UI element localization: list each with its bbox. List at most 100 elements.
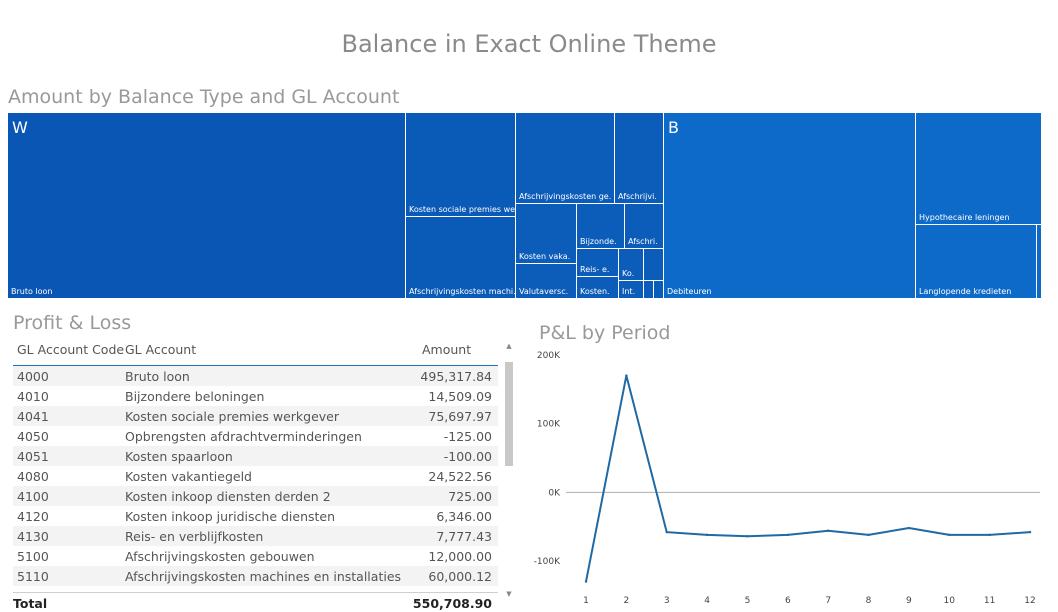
treemap-group-w: W [12,118,28,137]
treemap-tile[interactable]: Afschrijvi. [615,113,664,204]
treemap-tile-label: Kosten. [580,287,610,296]
treemap-tile-label: Valutaversc. [519,287,569,296]
treemap-group-b: B [668,118,679,137]
treemap-tile-label: Afschri. [628,237,658,246]
treemap-tile-label: Ko. [622,269,635,278]
cell-gl-account: Kosten inkoop juridische diensten [125,509,336,524]
treemap-tile[interactable]: Ko. [619,249,644,281]
data-point[interactable] [826,529,830,532]
data-point[interactable] [988,533,991,537]
scroll-up-icon[interactable]: ▲ [505,342,513,350]
treemap-tile[interactable]: Kosten. [577,277,619,299]
treemap-tile[interactable]: Afschrijvingskosten machi. [406,217,516,299]
table-row[interactable]: 4080 Kosten vakantiegeld 24,522.56 [13,466,498,486]
x-tick-label: 5 [745,596,751,606]
cell-gl-account-code: 4100 [17,489,49,504]
x-tick-label: 10 [944,596,956,606]
treemap-tile[interactable]: Int. [619,281,644,299]
cell-gl-account-code: 4000 [17,369,49,384]
treemap-tile[interactable]: Bijzonde. [577,204,625,249]
y-tick-label: 100K [537,420,561,430]
table-scrollbar[interactable]: ▲ ▼ [505,340,513,602]
x-tick-label: 2 [623,596,629,606]
pl-by-period-chart: 200K100K0K-100K1 2 3 4 5 6 7 8 9 10 11 12 [534,351,1040,606]
header-amount[interactable]: Amount [422,342,471,357]
table-row[interactable]: 4041 Kosten sociale premies werkgever 75,6… [13,406,498,426]
treemap-tile[interactable]: Kosten vaka. [516,204,577,264]
data-point[interactable] [584,580,588,583]
treemap-tile[interactable]: Afschri. [625,204,664,249]
x-tick-label: 11 [984,596,995,606]
treemap-tile-debiteuren[interactable]: B Debiteuren [664,113,916,299]
table-header: GL Account Code GL Account Amount [13,340,498,366]
cell-amount: 495,317.84 [420,369,492,384]
treemap-tile-label: Reis- e. [580,265,610,274]
treemap-tile[interactable]: Reis- e. [577,249,619,277]
cell-amount: 12,000.00 [428,549,492,564]
table-row[interactable]: 5110 Afschrijvingskosten machines en inst… [13,566,498,586]
cell-gl-account: Bijzondere beloningen [125,389,265,404]
treemap-tile-bruto-loon[interactable]: W Bruto loon [8,113,406,299]
x-tick-label: 1 [583,596,589,606]
scroll-down-icon[interactable]: ▼ [505,590,513,598]
treemap-tile[interactable] [1037,225,1042,299]
data-point[interactable] [705,533,709,537]
cell-gl-account: Afschrijvingskosten machines en installa… [125,569,402,584]
cell-gl-account-code: 4130 [17,529,49,544]
treemap-tile-label: Afschrijvingskosten machi. [409,287,516,296]
data-point[interactable] [867,533,870,537]
x-tick-label: 3 [664,596,670,606]
treemap-tile[interactable]: Langlopende kredieten [916,225,1037,299]
cell-gl-account-code: 5110 [17,569,49,584]
data-point[interactable] [907,526,911,530]
treemap-tile[interactable]: Afschrijvingskosten ge. [516,113,615,204]
header-gl-account[interactable]: GL Account [125,342,196,357]
cell-gl-account: Reis- en verblijfkosten [125,529,264,544]
table-row[interactable]: 4050 Opbrengsten afdrachtverminderingen -1… [13,426,498,446]
cell-gl-account: Kosten spaarloon [125,449,233,464]
treemap-tile[interactable] [644,281,654,299]
report-page: Balance in Exact Online Theme Amount by … [0,0,1058,612]
table-row[interactable]: 4100 Kosten inkoop diensten derden 2 725.0… [13,486,498,506]
data-point[interactable] [625,374,628,377]
page-title: Balance in Exact Online Theme [341,30,717,58]
treemap-tile-label: Debiteuren [667,287,712,296]
total-label: Total [13,596,48,611]
table-row[interactable]: 4130 Reis- en verblijfkosten 7,777.43 [13,526,498,546]
data-point[interactable] [665,530,668,534]
data-point[interactable] [746,535,749,538]
table-row[interactable]: 4051 Kosten spaarloon -100.00 [13,446,498,466]
treemap-tile[interactable] [644,249,664,281]
data-point[interactable] [948,533,951,537]
cell-amount: 60,000.12 [428,569,492,584]
treemap-tile-label: Bruto loon [11,287,53,296]
treemap-title: Amount by Balance Type and GL Account [8,86,400,108]
series-line[interactable] [585,374,1031,582]
x-tick-label: 9 [906,596,912,606]
table-row[interactable]: 4000 Bruto loon 495,317.84 [13,366,498,386]
table-row[interactable]: 5100 Afschrijvingskosten gebouwen 12,000.0… [13,546,498,566]
cell-amount: 14,509.09 [428,389,492,404]
cell-gl-account-code: 4080 [17,469,49,484]
treemap-tile[interactable]: Hypothecaire leningen [916,113,1042,225]
treemap: W Bruto loon Kosten sociale premies we. … [8,113,1042,299]
x-tick-label: 7 [825,596,831,606]
cell-gl-account-code: 4041 [17,409,49,424]
treemap-tile[interactable] [654,281,664,299]
data-point[interactable] [1028,530,1032,534]
cell-amount: 7,777.43 [436,529,492,544]
y-tick-label: 0K [548,488,561,498]
cell-amount: 24,522.56 [428,469,492,484]
scroll-thumb[interactable] [505,362,513,466]
cell-gl-account-code: 4010 [17,389,49,404]
profit-loss-table: GL Account Code GL Account Amount 4000 Br… [13,340,513,612]
table-row[interactable]: 4010 Bijzondere beloningen 14,509.09 [13,386,498,406]
y-tick-label: 200K [537,351,561,361]
x-tick-label: 8 [866,596,872,606]
total-amount: 550,708.90 [412,596,492,611]
table-row[interactable]: 4120 Kosten inkoop juridische diensten 6,3… [13,506,498,526]
treemap-tile[interactable]: Valutaversc. [516,264,577,299]
header-gl-account-code[interactable]: GL Account Code [17,342,124,357]
treemap-tile[interactable]: Kosten sociale premies we. [406,113,516,217]
data-point[interactable] [786,533,790,537]
